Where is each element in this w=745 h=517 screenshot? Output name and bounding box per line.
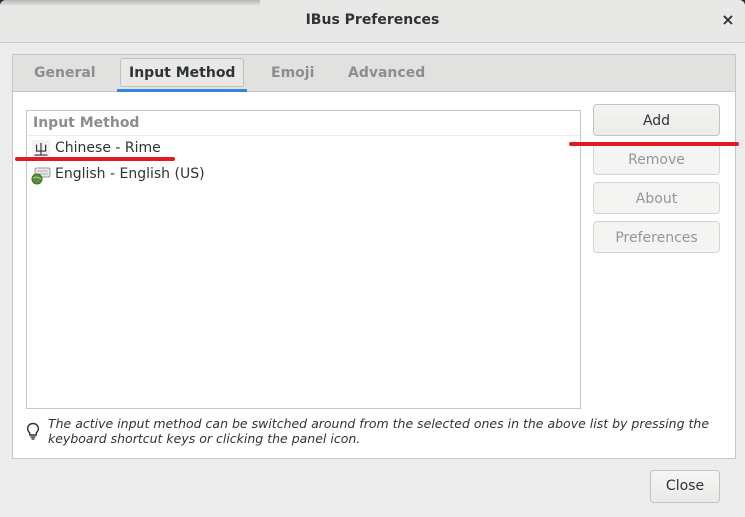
about-button[interactable]: About: [593, 182, 720, 214]
list-item-english-us[interactable]: English - English (US): [27, 162, 580, 188]
switch-hint-text: The active input method can be switched …: [48, 416, 710, 446]
tab-general-label: General: [34, 65, 96, 81]
remove-button[interactable]: Remove: [593, 143, 720, 175]
active-tab-indicator: [117, 89, 248, 92]
annotation-underline-rime: [15, 157, 175, 161]
window-title: IBus Preferences: [305, 12, 440, 28]
list-header: Input Method: [33, 115, 140, 131]
rime-glyph-icon: ㄓ: [32, 140, 50, 159]
input-method-list[interactable]: Input Method ㄓ Chinese - Rime English - …: [26, 110, 581, 409]
ibus-preferences-window: IBus Preferences × General Input Method …: [0, 0, 745, 517]
annotation-underline-add: [569, 142, 739, 146]
preferences-button[interactable]: Preferences: [593, 221, 720, 253]
keyboard-globe-icon: [31, 167, 51, 185]
add-button[interactable]: Add: [593, 104, 720, 136]
tab-input-method[interactable]: Input Method: [117, 55, 248, 92]
list-item-label: English - English (US): [55, 166, 205, 182]
input-method-panel: Input Method ㄓ Chinese - Rime English - …: [13, 92, 735, 458]
tab-advanced-label: Advanced: [348, 65, 426, 81]
tab-emoji-label: Emoji: [271, 65, 315, 81]
preferences-notebook: General Input Method Emoji Advanced Inpu…: [12, 54, 736, 459]
title-bar: IBus Preferences ×: [0, 0, 745, 43]
tab-advanced[interactable]: Advanced: [340, 55, 433, 91]
list-item-label: Chinese - Rime: [55, 140, 161, 156]
tab-general[interactable]: General: [26, 55, 104, 91]
tab-input-method-label: Input Method: [129, 65, 236, 81]
tab-bar: General Input Method Emoji Advanced: [13, 55, 735, 92]
tab-emoji[interactable]: Emoji: [263, 55, 322, 91]
titlebar-shadow: [0, 0, 260, 6]
close-button[interactable]: Close: [650, 470, 720, 503]
lightbulb-icon: [26, 422, 40, 440]
window-close-icon[interactable]: ×: [719, 11, 737, 29]
